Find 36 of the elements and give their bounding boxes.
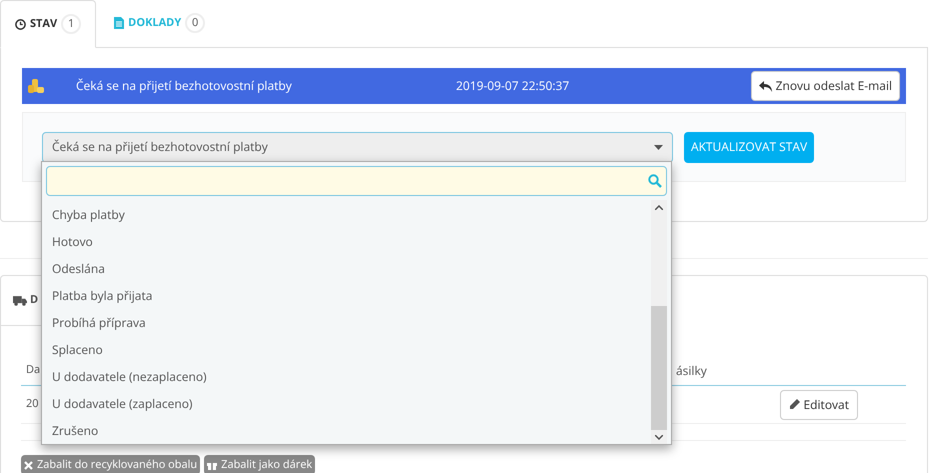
dropdown-option[interactable]: Zrušeno	[42, 417, 651, 444]
search-icon	[648, 174, 662, 188]
count-badge: 0	[185, 13, 206, 33]
status-label: Čeká se na přijetí bezhotovostní platby	[76, 77, 293, 95]
dropdown-option[interactable]: Chyba platby	[42, 202, 651, 229]
dropdown-option[interactable]: Hotovo	[42, 228, 651, 256]
close-icon	[24, 460, 33, 470]
scrollbar[interactable]	[651, 200, 667, 444]
truck-icon	[13, 295, 27, 306]
document-icon	[114, 17, 124, 29]
shipping-heading: D	[30, 292, 38, 309]
count-badge: 1	[61, 14, 82, 34]
column-header: ásilky	[676, 362, 707, 380]
package-button[interactable]: Zabalit do recyklovaného obalu	[21, 455, 200, 473]
scrollbar-thumb[interactable]	[651, 306, 667, 430]
status-date: 2019-09-07 22:50:37	[456, 77, 570, 95]
pencil-icon	[788, 399, 800, 410]
reply-icon	[758, 80, 772, 92]
search-field[interactable]	[46, 166, 667, 196]
column-header: Da	[26, 362, 40, 379]
dropdown-option[interactable]: Odeslána	[42, 256, 651, 283]
dropdown-option[interactable]: Platba byla přijata	[42, 282, 651, 310]
dropdown-option[interactable]: Splaceno	[42, 336, 651, 364]
caret-icon	[654, 144, 663, 150]
dropdown-option[interactable]: U dodavatele (nezaplaceno)	[42, 363, 651, 390]
tab[interactable]: STAV 1	[0, 0, 96, 48]
coins-icon	[28, 78, 44, 94]
package-button[interactable]: Zabalit jako dárek	[204, 455, 316, 473]
tab[interactable]: DOKLADY 0	[96, 0, 224, 47]
status-select[interactable]: Čeká se na přijetí bezhotovostní platby	[42, 132, 673, 162]
resend-email-button[interactable]: Znovu odeslat E-mail	[750, 71, 900, 101]
clock-icon	[15, 18, 26, 30]
edit-button[interactable]: Editovat	[780, 390, 858, 420]
dropdown-option[interactable]: U dodavatele (zaplaceno)	[42, 390, 651, 418]
dropdown-option[interactable]: Probíhá příprava	[42, 310, 651, 336]
table-cell: 20	[26, 396, 39, 413]
